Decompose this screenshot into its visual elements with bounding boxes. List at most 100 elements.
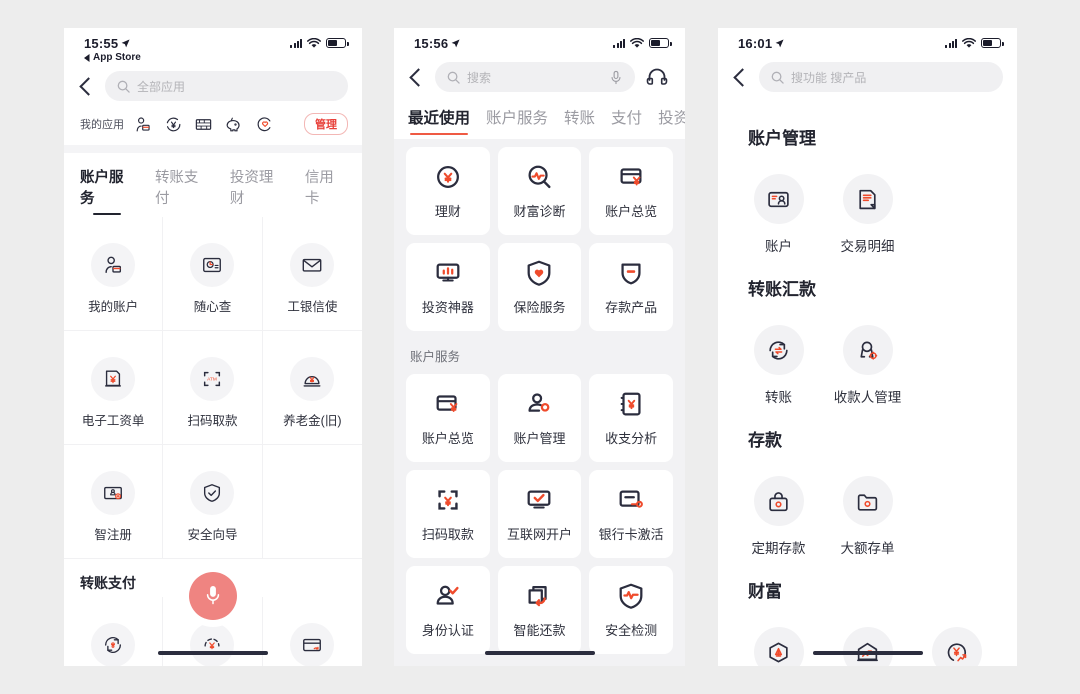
menu-item-account[interactable]: 账户 (734, 151, 823, 259)
menu-item-wealth-2[interactable] (823, 604, 912, 666)
app-item-scan-withdraw[interactable]: ATM 扫码取款 (163, 331, 263, 445)
app-card-identity-verify[interactable]: 身份认证 (406, 566, 490, 654)
app-card-invest-tool[interactable]: 投资神器 (406, 243, 490, 331)
tab-account-service[interactable]: 账户服务 (80, 166, 135, 217)
menu-item-label: 大额存单 (840, 541, 895, 556)
tab-bar-2: 最近使用 账户服务 转账 支付 投资理 (394, 102, 685, 139)
section-grid-account-management: 账户 交易明细 (718, 151, 1017, 259)
app-item-suixincha[interactable]: 随心查 (163, 217, 263, 331)
tab-credit-card[interactable]: 信用卡 (305, 166, 346, 217)
app-card-security-check[interactable]: 安全检测 (589, 566, 673, 654)
app-item-payslip[interactable]: 电子工资单 (64, 331, 164, 445)
app-card-income-analysis[interactable]: 收支分析 (589, 374, 673, 462)
person-add-icon (528, 393, 550, 412)
phone-screen-1: 15:55 App Store 全部应用 我的应用 管理 账户服务 转账支付 投… (64, 28, 362, 666)
app-card-label: 智能还款 (513, 623, 566, 638)
tab-payment[interactable]: 支付 (611, 106, 642, 139)
microphone-icon[interactable] (609, 70, 623, 85)
card-yen-icon (620, 168, 642, 186)
status-time-3: 16:01 (738, 36, 784, 51)
back-chevron-icon[interactable] (409, 67, 428, 87)
hex-gold-icon (769, 642, 788, 662)
menu-item-time-deposit[interactable]: 定期存款 (734, 453, 823, 561)
app-card-card-activation[interactable]: 银行卡激活 (589, 470, 673, 558)
manage-button[interactable]: 管理 (304, 113, 348, 135)
heart-shield-icon[interactable] (254, 115, 273, 134)
back-triangle-icon (84, 53, 90, 62)
tab-investment[interactable]: 投资理 (658, 106, 685, 139)
app-item-card-pay[interactable] (263, 597, 362, 666)
back-to-app-store-link[interactable]: App Store (64, 52, 362, 63)
account-service-grid: 账户总览 账户管理 收支分析 扫码取款 互联网开户 银行卡激活 身份认证 智能还… (406, 374, 673, 654)
headset-icon[interactable] (645, 65, 669, 89)
app-card-account-management[interactable]: 账户管理 (497, 374, 582, 462)
app-card-label: 身份认证 (421, 623, 474, 638)
menu-item-label: 定期存款 (751, 541, 806, 556)
tab-recent-used[interactable]: 最近使用 (408, 106, 470, 139)
tab-transfer[interactable]: 转账 (564, 106, 595, 139)
app-card-insurance[interactable]: 保险服务 (497, 243, 582, 331)
piggy-bank-icon[interactable] (224, 115, 243, 134)
menu-item-large-certificate[interactable]: 大额存单 (823, 453, 912, 561)
contact-card-icon[interactable] (134, 115, 153, 134)
app-item-my-account[interactable]: 我的账户 (64, 217, 164, 331)
icon-wrap (753, 476, 804, 526)
app-item-smart-register[interactable]: 智注册 (64, 445, 164, 559)
app-card-internet-account[interactable]: 互联网开户 (497, 470, 582, 558)
icon-wrap (290, 243, 335, 287)
app-item-security-wizard[interactable]: 安全向导 (163, 445, 263, 559)
abacus-icon[interactable] (194, 115, 213, 134)
status-time-1: 15:55 (84, 36, 130, 51)
back-chevron-icon[interactable] (79, 76, 98, 96)
app-card-scan-withdraw[interactable]: 扫码取款 (406, 470, 490, 558)
shield-check-icon (204, 484, 221, 502)
menu-item-label: 收款人管理 (833, 390, 902, 405)
tab-invest[interactable]: 投资理财 (230, 166, 285, 217)
app-card-smart-repay[interactable]: 智能还款 (497, 566, 582, 654)
panel2-content: 理财 财富诊断 账户总览 投资神器 保险服务 存款产品 账户服务 账户总览 账户… (394, 139, 685, 666)
smart-register-icon (104, 486, 123, 500)
section-title-transfer-remittance: 转账汇款 (748, 280, 816, 299)
my-apps-icon-list (134, 115, 273, 134)
home-indicator-2 (484, 650, 595, 655)
icon-wrap (931, 627, 982, 666)
app-card-account-overview-2[interactable]: 账户总览 (406, 374, 490, 462)
app-item-label: 工银信使 (287, 300, 338, 314)
app-item-label: 智注册 (94, 528, 132, 542)
icon-wrap (290, 623, 335, 666)
app-item-transfer[interactable] (64, 597, 164, 666)
search-placeholder-2: 搜索 (467, 70, 492, 85)
search-input-1[interactable]: 全部应用 (105, 71, 348, 101)
app-card-licai[interactable]: 理财 (406, 147, 490, 235)
app-card-account-overview[interactable]: 账户总览 (589, 147, 673, 235)
scan-yen-icon (438, 490, 458, 510)
menu-item-transaction-detail[interactable]: 交易明细 (823, 151, 912, 259)
icon-wrap (91, 243, 136, 287)
app-card-deposit-product[interactable]: 存款产品 (589, 243, 673, 331)
app-card-wealth-diagnosis[interactable]: 财富诊断 (497, 147, 582, 235)
icon-wrap (753, 174, 804, 224)
app-card-label: 保险服务 (513, 300, 566, 315)
menu-item-transfer[interactable]: 转账 (734, 302, 823, 410)
yen-refresh-icon[interactable] (164, 115, 183, 134)
app-card-label: 安全检测 (605, 623, 658, 638)
search-icon (447, 71, 460, 84)
menu-item-payee-management[interactable]: 收款人管理 (823, 302, 912, 410)
app-item-pension-old[interactable]: 养老金(旧) (262, 331, 362, 445)
tab-transfer-pay[interactable]: 转账支付 (155, 166, 210, 217)
search-input-3[interactable]: 搜功能 搜产品 (759, 62, 1003, 92)
app-item-label: 扫码取款 (187, 414, 238, 428)
icon-wrap (842, 174, 893, 224)
voice-assistant-button[interactable] (189, 572, 237, 620)
menu-item-empty (912, 302, 1001, 410)
app-item-icbc-messenger[interactable]: 工银信使 (262, 217, 362, 331)
status-bar-3: 16:01 (718, 28, 1017, 54)
menu-item-wealth-3[interactable] (912, 604, 1001, 666)
app-item-label: 我的账户 (88, 300, 139, 314)
tab-account-service[interactable]: 账户服务 (486, 106, 548, 139)
search-input-2[interactable]: 搜索 (435, 62, 635, 92)
folder-coin-icon (857, 493, 878, 511)
back-chevron-icon[interactable] (733, 67, 752, 87)
menu-item-wealth-1[interactable] (734, 604, 823, 666)
section-grid-deposit: 定期存款 大额存单 (718, 453, 1017, 561)
